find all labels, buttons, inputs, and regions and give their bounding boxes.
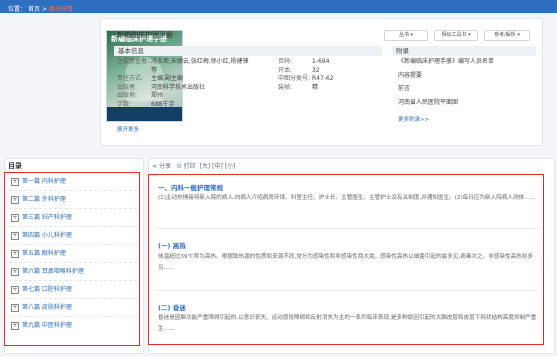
book-actions: 丛书 ▾ 相似工具书 ▾ 参考/解析 ▾ (384, 30, 530, 41)
similar-books-button[interactable]: 相似工具书 ▾ (434, 30, 478, 41)
font-medium-button[interactable]: [中] (212, 163, 223, 170)
expand-icon[interactable]: + (11, 195, 19, 204)
toc-item[interactable]: + 第二篇 外科护理 (11, 195, 66, 205)
expand-icon[interactable]: + (11, 249, 19, 258)
font-small-button[interactable]: [小] (225, 163, 236, 170)
attachment-item[interactable]: 河南省人民医院平面图 (398, 99, 538, 108)
attachments-heading: 附录 (392, 46, 536, 56)
toc-item[interactable]: + 第六篇 耳鼻咽喉科护理 (11, 267, 84, 277)
breadcrumb-current: 图书详情 (48, 6, 73, 13)
expand-icon[interactable]: + (11, 285, 19, 294)
share-button[interactable]: 分享 (159, 163, 171, 170)
expand-icon[interactable]: + (11, 231, 19, 240)
expand-icon[interactable]: + (11, 303, 19, 312)
divider (9, 262, 137, 263)
toc-item[interactable]: + 第七篇 口腔科护理 (11, 285, 72, 295)
section-heading[interactable]: (二) 昏迷 (158, 302, 186, 312)
share-icon[interactable]: ⋖ (152, 163, 157, 170)
divider (9, 244, 137, 245)
toc-item[interactable]: + 第三篇 妇产科护理 (11, 213, 72, 223)
expand-icon[interactable]: + (11, 267, 19, 276)
reader-toolbar: ⋖ 分享 ⊙ 打印 [大] [中] [小] (152, 161, 235, 170)
toc-title: 目录 (8, 162, 22, 170)
toc-item[interactable]: + 第一篇 内科护理 (11, 177, 66, 187)
basic-info-left: 主要责任者: 冯玉荣,宋德云,张红梅,徐小红,杨建锋 等 责任方式: 主编,副主编 … (117, 58, 249, 108)
attachment-item[interactable]: 《新编临床护理手册》编写人员名单 (398, 58, 538, 67)
print-button[interactable]: 打印 (184, 163, 196, 170)
font-large-button[interactable]: [大] (200, 163, 211, 170)
reference-button[interactable]: 参考/解析 ▾ (484, 30, 530, 41)
toc-item[interactable]: + 第五篇 眼科护理 (11, 249, 66, 259)
series-button[interactable]: 丛书 ▾ (384, 30, 428, 41)
breadcrumb-home[interactable]: 首页 (28, 6, 40, 13)
breadcrumb-label: 位置： (8, 6, 27, 13)
basic-info-right: 页码: 1-694 开本: 32 中图分类号: R47-62 装帧: 精 (278, 58, 334, 91)
expand-icon[interactable]: + (11, 177, 19, 186)
expand-more-link[interactable]: 展开更多 (117, 125, 139, 133)
divider (9, 316, 137, 317)
section-text: 昏迷是因脑功能严重障碍引起的,以意识丧失、运动感觉障碍和反射消失为主的一系列临床… (158, 315, 537, 332)
divider (9, 280, 137, 281)
divider (9, 190, 137, 191)
toc-item[interactable]: + 第八篇 皮肤科护理 (11, 303, 72, 313)
expand-icon[interactable]: + (11, 213, 19, 222)
section-text: (1)主动热情接待新入院的病人,向病人介绍病房环境、科室主任、护士长、主管医生、… (158, 195, 535, 201)
expand-icon[interactable]: + (11, 321, 19, 330)
divider (156, 290, 540, 291)
basic-info-heading: 基本信息 (114, 46, 382, 56)
toc-highlight-box: + 第一篇 内科护理 + 第二篇 外科护理 + 第三篇 妇产科护理 + 第四篇 小儿科护… (4, 172, 140, 346)
divider (9, 208, 137, 209)
toc-item[interactable]: + 第九篇 中医科护理 (11, 321, 72, 331)
section-text: 体温超过39℃称为高热。根据致热源的性质和来源不同,常分为感染性和非感染性两大类… (158, 254, 533, 271)
top-bar (0, 0, 557, 13)
breadcrumb: 位置： 首页 > 图书详情 (8, 6, 73, 13)
divider (9, 226, 137, 227)
book-title: 新编临床护理手册 (117, 31, 173, 39)
divider (9, 298, 137, 299)
attachment-item[interactable]: 内容提要 (398, 72, 538, 81)
attachments-list: 《新编临床护理手册》编写人员名单 内容提要 前言 河南省人民医院平面图 (398, 58, 538, 107)
section-heading[interactable]: (一) 高热 (158, 240, 186, 250)
more-attachments-link[interactable]: 更多附录>> (398, 115, 429, 123)
attachment-item[interactable]: 前言 (398, 85, 538, 94)
section-heading[interactable]: 一、内科一般护理常规 (158, 182, 223, 192)
divider (156, 228, 540, 229)
print-icon[interactable]: ⊙ (177, 163, 182, 170)
toc-item[interactable]: + 第四篇 小儿科护理 (11, 231, 72, 241)
cover-band (107, 107, 182, 121)
